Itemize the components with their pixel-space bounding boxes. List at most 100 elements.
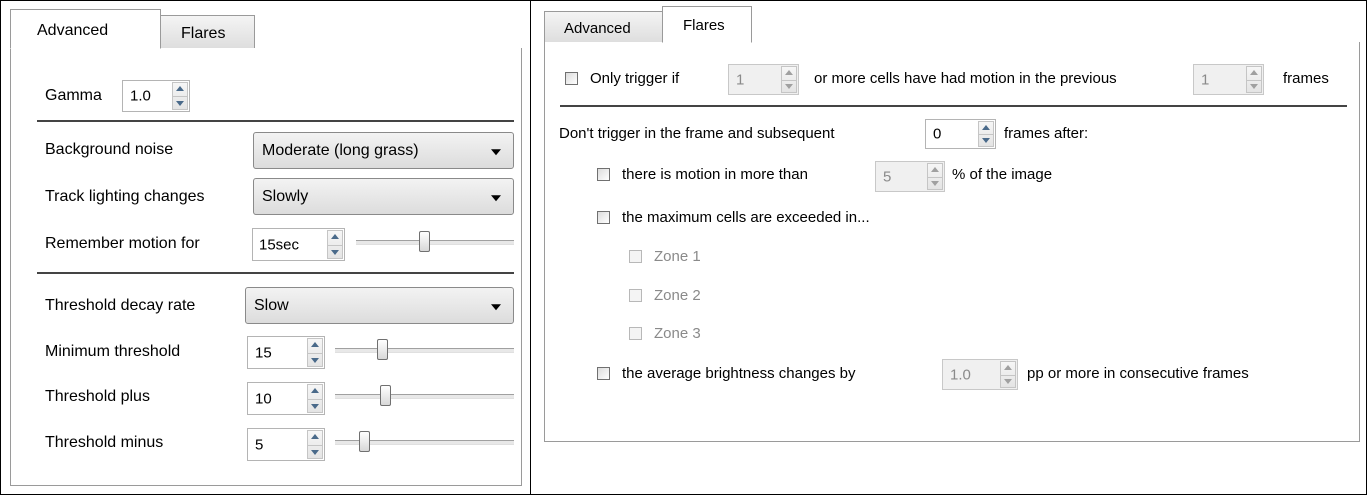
tab-flares-label: Flares <box>683 17 725 34</box>
dont-trigger-frames-spinner[interactable]: 0 <box>925 119 996 149</box>
zone-2-checkbox[interactable] <box>629 289 642 302</box>
brightness-checkbox[interactable] <box>597 367 610 380</box>
brightness-spinner[interactable]: 1.0 <box>942 359 1018 390</box>
threshold-plus-stepper-buttons[interactable] <box>307 384 323 413</box>
minimum-threshold-stepper-buttons[interactable] <box>307 338 323 367</box>
only-trigger-cells-spinner[interactable]: 1 <box>728 64 799 95</box>
threshold-minus-slider[interactable] <box>335 431 514 453</box>
dont-trigger-frames-value: 0 <box>933 125 942 143</box>
flares-settings-window: Advanced Flares Only trigger if 1 or mor… <box>531 0 1367 495</box>
chevron-up-icon[interactable] <box>176 86 184 91</box>
remember-motion-label: Remember motion for <box>45 235 200 252</box>
chevron-down-icon[interactable] <box>331 250 339 255</box>
only-trigger-frames-value: 1 <box>1201 71 1210 88</box>
only-trigger-frames-spinner[interactable]: 1 <box>1193 64 1264 95</box>
chevron-up-icon[interactable] <box>785 70 793 75</box>
threshold-plus-value: 10 <box>255 390 272 407</box>
threshold-plus-label: Threshold plus <box>45 388 150 405</box>
only-trigger-checkbox[interactable] <box>565 72 578 85</box>
chevron-down-icon[interactable] <box>1250 84 1258 89</box>
chevron-down-icon[interactable] <box>1004 379 1012 384</box>
divider <box>560 105 1347 107</box>
motion-percent-spinner[interactable]: 5 <box>875 161 945 192</box>
slider-thumb[interactable] <box>359 431 370 452</box>
motion-percent-label: % of the image <box>952 166 1053 183</box>
brightness-value: 1.0 <box>950 366 971 383</box>
zone-3-checkbox[interactable] <box>629 327 642 340</box>
gamma-label: Gamma <box>45 87 102 104</box>
threshold-minus-stepper-buttons[interactable] <box>307 430 323 459</box>
max-cells-checkbox[interactable] <box>597 211 610 224</box>
gamma-value: 1.0 <box>130 87 151 105</box>
brightness-stepper-buttons[interactable] <box>1000 361 1016 388</box>
slider-thumb[interactable] <box>380 385 391 406</box>
chevron-up-icon[interactable] <box>331 234 339 239</box>
tab-advanced-label: Advanced <box>564 20 631 37</box>
chevron-down-icon[interactable] <box>176 101 184 106</box>
dont-trigger-frames-after-label: frames after: <box>1004 125 1089 142</box>
chevron-up-icon[interactable] <box>982 125 990 130</box>
slider-track <box>335 394 514 399</box>
chevron-down-icon[interactable] <box>311 450 319 455</box>
chevron-up-icon[interactable] <box>311 388 319 393</box>
motion-more-than-label: there is motion in more than <box>622 166 808 183</box>
chevron-down-icon[interactable] <box>785 84 793 89</box>
track-lighting-label: Track lighting changes <box>45 188 205 205</box>
frames-stepper-buttons[interactable] <box>1246 66 1262 93</box>
only-trigger-frames-label: frames <box>1283 70 1329 87</box>
chevron-up-icon[interactable] <box>1250 70 1258 75</box>
chevron-up-icon[interactable] <box>931 167 939 172</box>
motion-percent-stepper-buttons[interactable] <box>927 163 943 190</box>
threshold-decay-dropdown[interactable]: Slow <box>245 287 514 324</box>
motion-percent-value: 5 <box>883 168 892 185</box>
minimum-threshold-spinner[interactable]: 15 <box>247 336 325 369</box>
slider-track <box>356 240 514 245</box>
tab-advanced[interactable]: Advanced <box>10 9 161 49</box>
chevron-down-icon[interactable] <box>311 404 319 409</box>
divider <box>37 272 514 274</box>
chevron-up-icon[interactable] <box>1004 365 1012 370</box>
remember-motion-spinner[interactable]: 15sec <box>252 228 345 261</box>
threshold-plus-slider[interactable] <box>335 385 514 407</box>
tab-flares-label: Flares <box>181 25 226 42</box>
chevron-down-icon <box>491 148 501 155</box>
chevron-up-icon[interactable] <box>311 434 319 439</box>
remember-motion-stepper-buttons[interactable] <box>327 230 343 259</box>
chevron-down-icon[interactable] <box>931 181 939 186</box>
slider-thumb[interactable] <box>377 339 388 360</box>
threshold-decay-label: Threshold decay rate <box>45 297 196 314</box>
remember-motion-value: 15sec <box>259 236 300 253</box>
chevron-up-icon[interactable] <box>311 342 319 347</box>
only-trigger-label: Only trigger if <box>590 70 680 87</box>
threshold-plus-spinner[interactable]: 10 <box>247 382 325 415</box>
chevron-down-icon <box>491 194 501 201</box>
remember-motion-slider[interactable] <box>356 231 514 253</box>
advanced-pane <box>10 48 522 486</box>
gamma-spinner[interactable]: 1.0 <box>122 80 190 112</box>
only-trigger-middle-label: or more cells have had motion in the pre… <box>814 70 1117 87</box>
zone-1-checkbox[interactable] <box>629 250 642 263</box>
dont-trigger-stepper-buttons[interactable] <box>978 121 994 147</box>
chevron-down-icon <box>491 303 501 310</box>
chevron-down-icon[interactable] <box>982 138 990 143</box>
threshold-minus-spinner[interactable]: 5 <box>247 428 325 461</box>
zone-1-label: Zone 1 <box>654 248 701 265</box>
motion-more-than-checkbox[interactable] <box>597 168 610 181</box>
track-lighting-value: Slowly <box>262 187 309 205</box>
background-noise-dropdown[interactable]: Moderate (long grass) <box>253 132 514 169</box>
tab-advanced[interactable]: Advanced <box>544 11 663 43</box>
minimum-threshold-label: Minimum threshold <box>45 343 181 360</box>
tab-flares[interactable]: Flares <box>662 6 752 43</box>
dont-trigger-label: Don't trigger in the frame and subsequen… <box>559 125 835 142</box>
gamma-stepper-buttons[interactable] <box>172 82 188 110</box>
advanced-settings-window: Advanced Flares Gamma 1.0 Background noi… <box>0 0 531 495</box>
zone-3-label: Zone 3 <box>654 325 701 342</box>
slider-thumb[interactable] <box>419 231 430 252</box>
minimum-threshold-slider[interactable] <box>335 339 514 361</box>
zone-2-label: Zone 2 <box>654 287 701 304</box>
track-lighting-dropdown[interactable]: Slowly <box>253 178 514 215</box>
tab-flares[interactable]: Flares <box>160 15 255 49</box>
cells-stepper-buttons[interactable] <box>781 66 797 93</box>
chevron-down-icon[interactable] <box>311 358 319 363</box>
only-trigger-cells-value: 1 <box>736 71 745 88</box>
